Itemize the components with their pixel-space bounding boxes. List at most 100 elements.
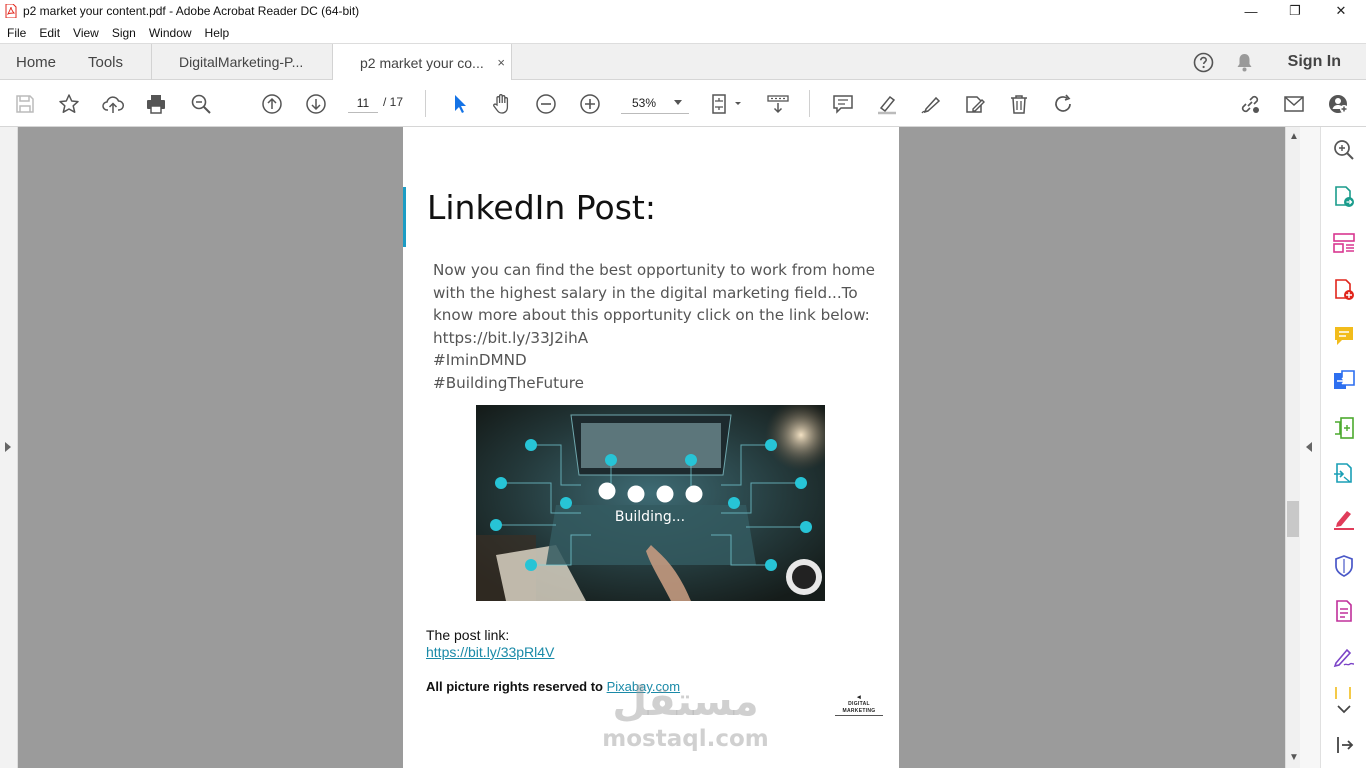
- cursor-arrow-icon: [455, 95, 466, 113]
- menu-sign[interactable]: Sign: [105, 26, 142, 40]
- next-page-button[interactable]: [303, 91, 329, 117]
- toolbar-divider: [809, 90, 810, 117]
- scroll-mode-icon: [767, 95, 789, 114]
- draw-button[interactable]: [918, 91, 944, 117]
- collapse-tools-pane-button[interactable]: [1332, 733, 1356, 757]
- menu-help[interactable]: Help: [198, 26, 236, 40]
- toolbar-divider: [425, 90, 426, 117]
- image-caption: Building...: [615, 509, 685, 525]
- zoom-out-magnifier-icon: [191, 94, 211, 114]
- scrollbar-thumb[interactable]: [1287, 501, 1299, 537]
- highlight-button[interactable]: [874, 91, 900, 117]
- hand-tool-button[interactable]: [489, 91, 515, 117]
- acrobat-pdf-icon: [5, 4, 17, 18]
- post-image: Building...: [476, 405, 825, 601]
- tool-search[interactable]: [1332, 138, 1356, 162]
- watermark-arabic: مستقل: [612, 679, 759, 725]
- compress-icon: [1335, 417, 1354, 439]
- close-tab-icon[interactable]: ×: [497, 55, 505, 70]
- previous-page-button[interactable]: [259, 91, 285, 117]
- tool-fill-sign[interactable]: [1332, 507, 1356, 531]
- rotate-button[interactable]: [1050, 91, 1076, 117]
- tab-document-digitalmarketing[interactable]: DigitalMarketing-P...: [151, 44, 332, 80]
- zoom-level-select[interactable]: 53%: [621, 93, 689, 114]
- zoom-search-button[interactable]: [188, 91, 214, 117]
- save-icon: [16, 95, 34, 113]
- body-line: know more about this opportunity click o…: [433, 306, 870, 324]
- tool-create-pdf[interactable]: [1332, 278, 1356, 302]
- protect-shield-icon: [1335, 555, 1353, 577]
- tools-pane-toggle[interactable]: [1300, 127, 1320, 768]
- tool-comment[interactable]: [1332, 324, 1356, 348]
- combine-files-icon: [1334, 370, 1355, 389]
- tool-export-pdf[interactable]: [1332, 185, 1356, 209]
- tool-export-convert[interactable]: [1332, 462, 1356, 486]
- star-icon: [59, 94, 79, 113]
- menu-view[interactable]: View: [66, 26, 105, 40]
- tool-compress[interactable]: [1332, 416, 1356, 440]
- maximize-button[interactable]: ❐: [1272, 0, 1318, 22]
- menu-file[interactable]: File: [0, 26, 32, 40]
- menu-bar: File Edit View Sign Window Help: [0, 22, 1366, 43]
- scroll-down-arrow-icon[interactable]: ▼: [1289, 752, 1299, 763]
- add-comment-button[interactable]: [830, 91, 856, 117]
- tool-scan-ocr[interactable]: [1332, 599, 1356, 623]
- arrow-down-circle-icon: [306, 94, 326, 114]
- export-pdf-icon: [1335, 186, 1354, 207]
- tab-label: DigitalMarketing-P...: [179, 54, 304, 70]
- tool-organize-pages[interactable]: [1332, 231, 1356, 255]
- tab-document-p2-market[interactable]: p2 market your co... ×: [332, 44, 512, 81]
- body-line: https://bit.ly/33J2ihA: [433, 328, 589, 347]
- tool-request-signature[interactable]: [1332, 645, 1356, 669]
- email-button[interactable]: [1281, 91, 1307, 117]
- delete-button[interactable]: [1006, 91, 1032, 117]
- collapse-right-pane-icon[interactable]: [1306, 442, 1312, 452]
- share-link-button[interactable]: [1237, 91, 1263, 117]
- edit-text-button[interactable]: [962, 91, 988, 117]
- page-fit-button[interactable]: [710, 91, 744, 117]
- scroll-up-arrow-icon[interactable]: ▲: [1289, 131, 1299, 142]
- help-icon[interactable]: [1193, 52, 1214, 73]
- export-convert-icon: [1334, 463, 1352, 483]
- bookmark-star-button[interactable]: [56, 91, 82, 117]
- navigation-pane-toggle[interactable]: [0, 127, 18, 768]
- tool-combine-files[interactable]: [1332, 369, 1356, 393]
- create-pdf-icon: [1335, 279, 1354, 300]
- save-button[interactable]: [12, 91, 38, 117]
- page-number-input[interactable]: 11: [348, 93, 378, 113]
- close-window-button[interactable]: ✕: [1318, 0, 1364, 22]
- digital-marketing-logo: ◂ DIGITAL MARKETING: [831, 694, 887, 716]
- cloud-upload-icon: [102, 96, 124, 113]
- menu-window[interactable]: Window: [142, 26, 198, 40]
- more-tools-chevron[interactable]: [1332, 697, 1356, 721]
- vertical-scrollbar[interactable]: ▲ ▼: [1285, 127, 1300, 768]
- pdf-page: LinkedIn Post: Now you can find the best…: [403, 127, 899, 768]
- enhance-scan-icon: [1334, 140, 1354, 160]
- share-with-people-button[interactable]: [1325, 91, 1351, 117]
- printer-icon: [147, 95, 165, 114]
- notifications-bell-icon[interactable]: [1235, 52, 1254, 73]
- trash-icon: [1011, 95, 1027, 114]
- zoom-out-button[interactable]: [533, 91, 559, 117]
- minimize-button[interactable]: —: [1228, 0, 1274, 22]
- menu-edit[interactable]: Edit: [32, 26, 66, 40]
- print-button[interactable]: [143, 91, 169, 117]
- fill-sign-icon: [1334, 511, 1354, 530]
- zoom-in-button[interactable]: [577, 91, 603, 117]
- expand-left-pane-icon[interactable]: [5, 442, 11, 452]
- tool-protect[interactable]: [1332, 554, 1356, 578]
- tab-home[interactable]: Home: [16, 44, 56, 80]
- edit-document-icon: [966, 96, 985, 113]
- select-tool-button[interactable]: [446, 91, 472, 117]
- scroll-mode-button[interactable]: [765, 91, 791, 117]
- chevron-down-icon: [1337, 705, 1351, 714]
- sign-in-button[interactable]: Sign In: [1288, 53, 1341, 71]
- document-viewer[interactable]: LinkedIn Post: Now you can find the best…: [18, 127, 1285, 768]
- rights-text: All picture rights reserved to: [426, 679, 607, 694]
- post-link[interactable]: https://bit.ly/33pRl4V: [426, 644, 554, 660]
- pen-draw-icon: [921, 96, 941, 114]
- collapse-pane-icon: [1337, 737, 1354, 753]
- body-line: #BuildingTheFuture: [433, 373, 584, 392]
- tab-tools[interactable]: Tools: [88, 44, 123, 80]
- upload-cloud-button[interactable]: [100, 91, 126, 117]
